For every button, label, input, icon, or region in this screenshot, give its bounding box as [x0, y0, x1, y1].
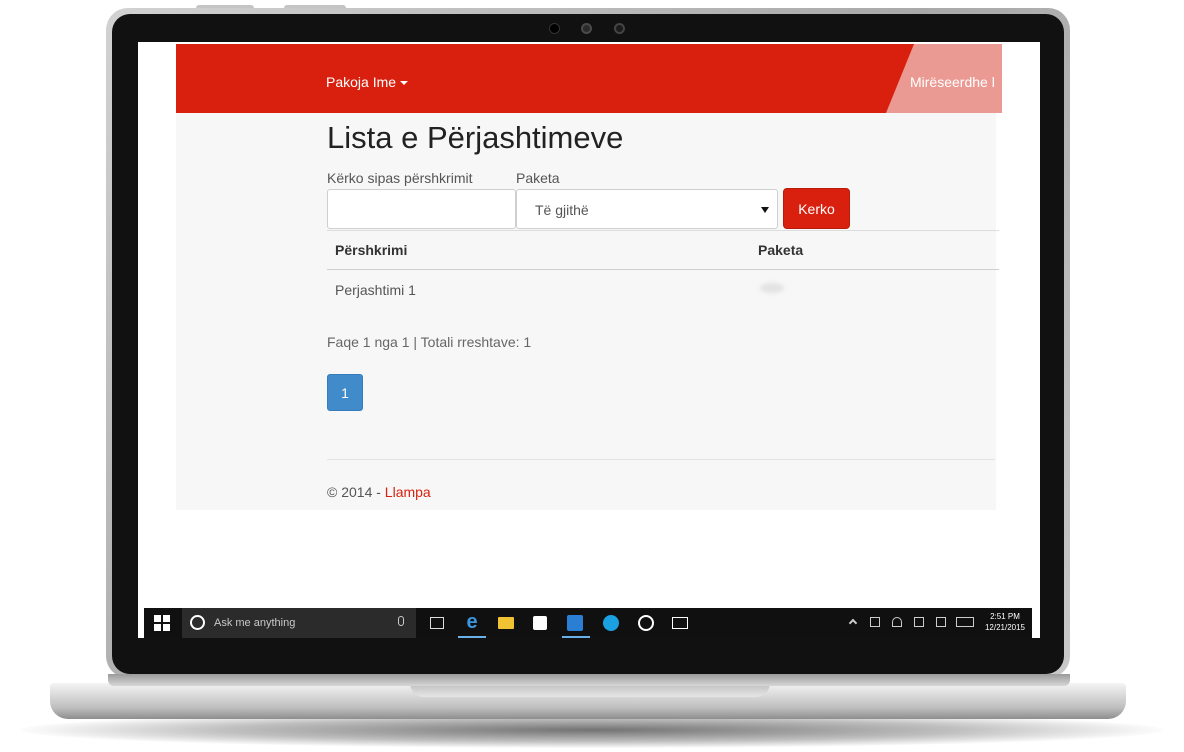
laptop-mockup: Pakoja Ime Mirëseerdhe l Lista e Përjash… — [0, 0, 1184, 752]
windows-taskbar: Ask me anything e 2:51 PM 12/21/2015 — [144, 608, 1032, 638]
taskbar-search-placeholder: Ask me anything — [214, 617, 296, 629]
cortana-icon — [190, 615, 205, 630]
search-button[interactable]: Kerko — [783, 188, 850, 229]
table-top-border — [327, 230, 999, 231]
caret-down-icon — [400, 81, 409, 85]
footer-company-link[interactable]: Llampa — [385, 484, 431, 500]
camera-lens — [581, 23, 592, 34]
screen: Pakoja Ime Mirëseerdhe l Lista e Përjash… — [138, 42, 1040, 638]
pagination-page-button[interactable]: 1 — [327, 374, 363, 411]
package-select-value: Të gjithë — [535, 202, 589, 218]
page-content-background — [176, 112, 996, 510]
edge-active-indicator — [458, 636, 486, 638]
file-explorer-icon[interactable] — [498, 617, 514, 629]
chevron-up-icon[interactable] — [848, 618, 858, 628]
table-cell-package-blurred — [760, 283, 784, 293]
wifi-icon[interactable] — [892, 617, 902, 627]
footer-copyright: © 2014 - — [327, 484, 385, 500]
footer-divider — [327, 459, 995, 460]
edge-browser-icon[interactable]: e — [462, 612, 482, 632]
table-header-border — [327, 269, 999, 270]
welcome-user-link[interactable]: Mirëseerdhe l — [910, 74, 995, 90]
task-view-icon[interactable] — [430, 617, 444, 629]
mail-icon[interactable] — [672, 617, 688, 629]
outlook-active-indicator — [562, 636, 590, 638]
navbar: Pakoja Ime Mirëseerdhe l — [176, 44, 1002, 113]
column-header-package[interactable]: Paketa — [758, 242, 803, 258]
table-cell-description: Perjashtimi 1 — [335, 282, 416, 298]
microphone-icon[interactable] — [398, 616, 404, 626]
pagination-summary: Faqe 1 nga 1 | Totali rreshtave: 1 — [327, 334, 532, 350]
battery-icon[interactable] — [870, 617, 880, 627]
dropdown-arrow-icon — [761, 207, 769, 213]
media-player-icon[interactable] — [638, 615, 654, 631]
package-dropdown-label: Pakoja Ime — [326, 74, 397, 90]
outlook-icon[interactable] — [567, 615, 583, 631]
package-dropdown-toggle[interactable]: Pakoja Ime — [326, 74, 409, 90]
package-select[interactable]: Të gjithë — [516, 189, 778, 229]
windows-start-icon[interactable] — [154, 615, 170, 631]
camera-sensor — [549, 23, 560, 34]
laptop-hinge — [108, 674, 1070, 686]
page-title: Lista e Përjashtimeve — [327, 120, 624, 155]
taskbar-date: 12/21/2015 — [984, 623, 1026, 632]
skype-icon[interactable] — [603, 615, 619, 631]
package-filter-label: Paketa — [516, 170, 560, 186]
description-search-input[interactable] — [327, 189, 516, 229]
volume-icon[interactable] — [914, 617, 924, 627]
taskbar-clock[interactable]: 2:51 PM 12/21/2015 — [982, 611, 1028, 633]
taskbar-time: 2:51 PM — [990, 612, 1020, 621]
action-center-icon[interactable] — [936, 617, 946, 627]
store-icon[interactable] — [533, 616, 547, 630]
keyboard-icon[interactable] — [956, 617, 974, 627]
column-header-description[interactable]: Përshkrimi — [335, 242, 407, 258]
footer: © 2014 - Llampa — [327, 484, 431, 500]
camera-light — [614, 23, 625, 34]
taskbar-search-box[interactable]: Ask me anything — [182, 608, 416, 638]
description-search-label: Kërko sipas përshkrimit — [327, 170, 473, 186]
